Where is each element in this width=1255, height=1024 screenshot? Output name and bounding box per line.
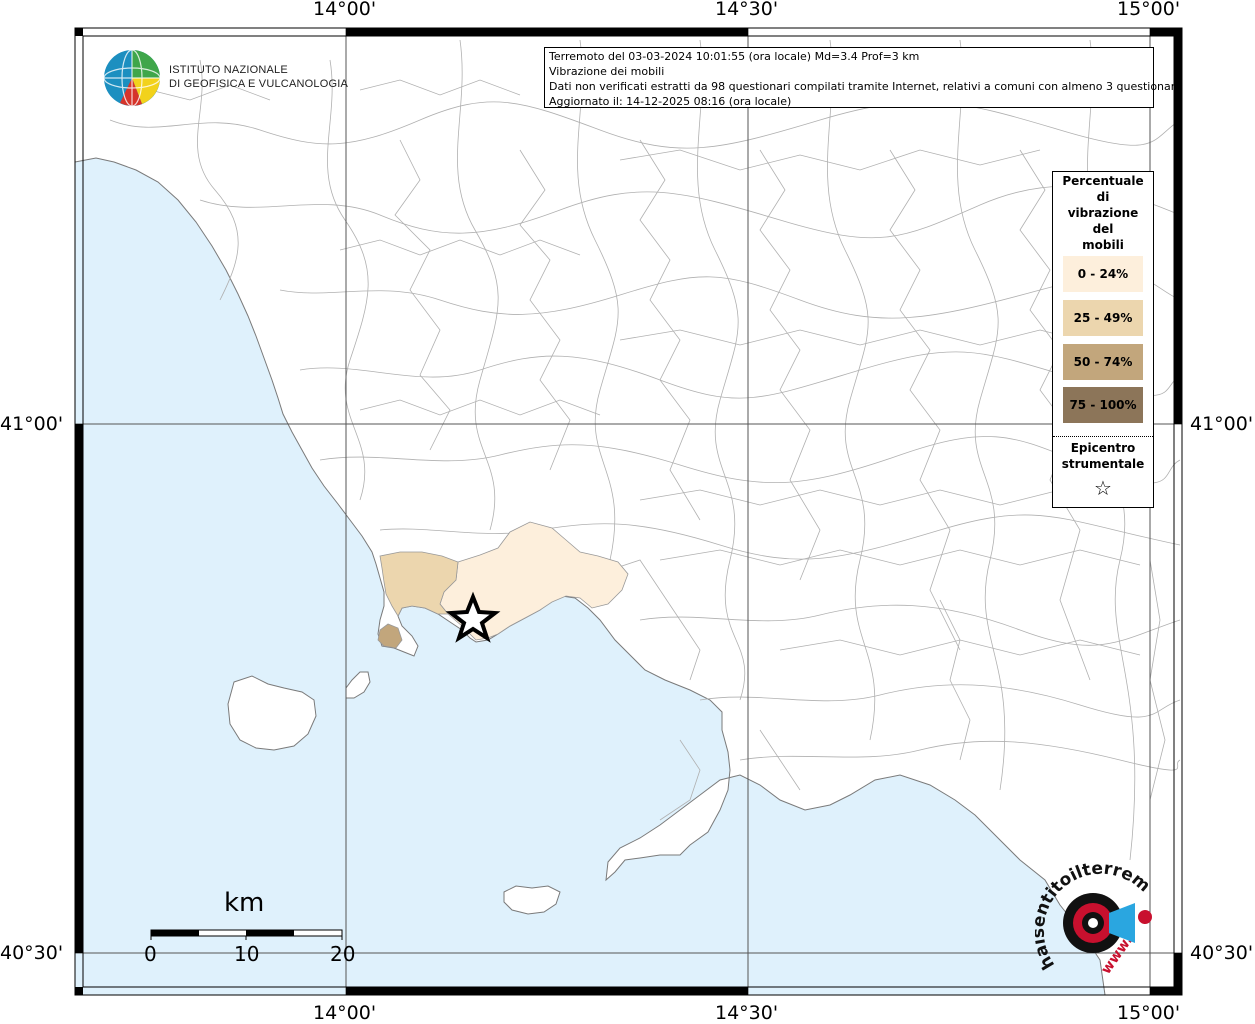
legend-title-line: vibrazione — [1067, 206, 1139, 220]
legend-title-line: del — [1092, 222, 1114, 236]
left-tick-41-00: 41°00' — [0, 413, 64, 435]
right-tick-41-00: 41°00' — [1190, 413, 1254, 435]
map-type-line: Vibrazione dei mobili — [549, 65, 665, 78]
ingv-logo-text: ISTITUTO NAZIONALE DI GEOFISICA E VULCAN… — [169, 63, 348, 91]
legend-epicenter-label: Epicentro strumentale — [1053, 440, 1153, 472]
ingv-globe-icon — [103, 49, 161, 107]
scale-label-20: 20 — [330, 942, 356, 966]
top-tick-15-00: 15°00' — [1117, 0, 1181, 20]
legend-class-0-24: 0 - 24% — [1063, 256, 1143, 292]
scale-label-0: 0 — [144, 942, 157, 966]
epicenter-label-line: strumentale — [1061, 457, 1145, 471]
legend-separator — [1053, 436, 1153, 437]
scale-label-10: 10 — [234, 942, 260, 966]
legend-title-line: di — [1096, 190, 1110, 204]
haisentito-logo: haisentitoilterremoto.it www. — [1035, 855, 1154, 977]
event-info-box: Terremoto del 03-03-2024 10:01:55 (ora l… — [544, 47, 1182, 108]
left-tick-40-30: 40°30' — [0, 942, 64, 964]
legend-title-line: mobili — [1082, 238, 1124, 252]
top-tick-14-30: 14°30' — [715, 0, 779, 20]
legend-class-25-49: 25 - 49% — [1063, 300, 1143, 336]
data-note-line: Dati non verificati estratti da 98 quest… — [549, 80, 1182, 93]
ingv-line-2: DI GEOFISICA E VULCANOLOGIA — [169, 78, 348, 90]
right-tick-40-30: 40°30' — [1190, 942, 1254, 964]
updated-line: Aggiornato il: 14-12-2025 08:16 (ora loc… — [549, 95, 792, 108]
epicenter-label-line: Epicentro — [1070, 441, 1136, 455]
bottom-tick-14-00: 14°00' — [313, 1002, 377, 1024]
legend-class-75-100: 75 - 100% — [1063, 387, 1143, 423]
legend: Percentuale di vibrazione del mobili 0 -… — [1052, 171, 1154, 508]
legend-class-50-74: 50 - 74% — [1063, 344, 1143, 380]
scale-unit: km — [224, 888, 265, 918]
bottom-tick-14-30: 14°30' — [715, 1002, 779, 1024]
event-line: Terremoto del 03-03-2024 10:01:55 (ora l… — [549, 50, 920, 63]
top-tick-14-00: 14°00' — [313, 0, 377, 20]
legend-title-line: Percentuale — [1062, 174, 1144, 188]
bottom-tick-15-00: 15°00' — [1117, 1002, 1181, 1024]
legend-star-icon: ☆ — [1094, 476, 1112, 500]
legend-title: Percentuale di vibrazione del mobili — [1053, 173, 1153, 253]
question-badge-icon — [1138, 910, 1152, 924]
ingv-line-1: ISTITUTO NAZIONALE — [169, 64, 288, 76]
